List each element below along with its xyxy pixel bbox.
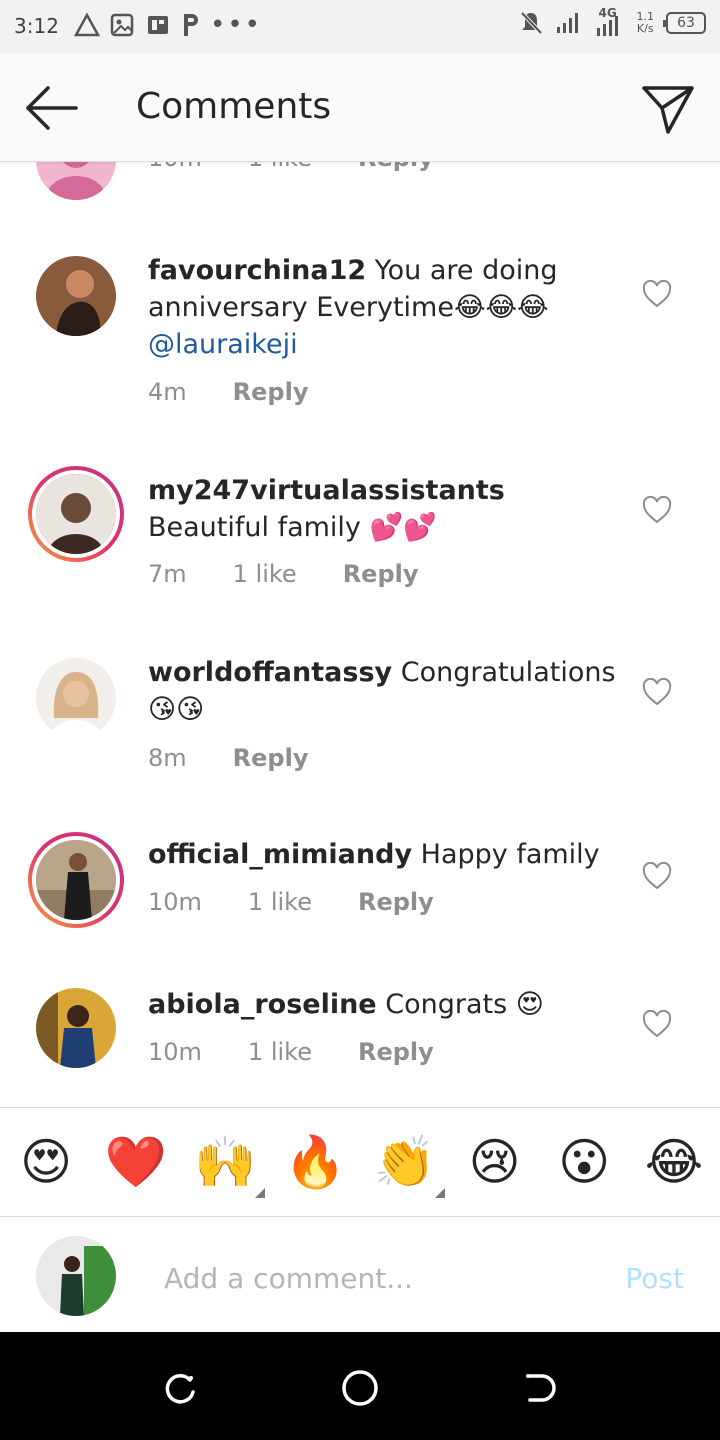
current-user-avatar	[36, 1236, 116, 1316]
post-button[interactable]: Post	[625, 1262, 684, 1295]
avatar[interactable]	[36, 658, 116, 738]
comments-list[interactable]: 10m 1 like Reply favourchina12 You are d…	[0, 162, 720, 1107]
emoji-clapping-hands[interactable]: 👏	[373, 1132, 445, 1198]
comment-username[interactable]: abiola_roseline	[148, 989, 377, 1020]
comment-likes[interactable]: 1 like	[233, 560, 297, 588]
heart-icon[interactable]	[642, 280, 672, 308]
emoji-fire[interactable]: 🔥	[283, 1132, 347, 1192]
mute-icon	[520, 11, 542, 35]
emoji-surprised-face[interactable]: 😮	[552, 1132, 616, 1192]
status-time: 3:12	[14, 14, 59, 38]
send-icon[interactable]	[640, 80, 696, 136]
comment-likes[interactable]: 1 like	[248, 162, 312, 172]
comment-mention[interactable]: @lauraikeji	[148, 329, 298, 360]
comment-body: my247virtualassistants Beautiful family …	[148, 472, 618, 546]
reply-button[interactable]: Reply	[358, 162, 434, 172]
comment-likes[interactable]: 1 like	[248, 888, 312, 916]
emoji-raising-hands[interactable]: 🙌	[193, 1132, 266, 1198]
avatar-with-story[interactable]	[28, 832, 124, 928]
comment-meta: 10m 1 like Reply	[148, 162, 480, 172]
speed-unit: K/s	[636, 22, 654, 35]
comment-text: Happy family	[420, 839, 600, 870]
reply-button[interactable]: Reply	[358, 888, 434, 916]
comment-time: 10m	[148, 162, 202, 172]
emoji-tears-of-joy[interactable]: 😂	[642, 1132, 706, 1192]
comment-time: 8m	[148, 744, 187, 772]
comment-time: 10m	[148, 1038, 202, 1066]
avatar[interactable]	[36, 162, 116, 200]
warning-icon	[74, 13, 100, 37]
comment-text: Congrats 😍	[385, 989, 544, 1020]
heart-icon[interactable]	[642, 496, 672, 524]
emoji-red-heart[interactable]: ❤️	[104, 1132, 168, 1192]
comment-body: abiola_roseline Congrats 😍	[148, 986, 618, 1023]
reply-button[interactable]: Reply	[233, 744, 309, 772]
emoji-crying-face[interactable]: 😢	[463, 1132, 527, 1192]
system-navigation-bar	[0, 1332, 720, 1440]
battery-icon: 63	[663, 12, 706, 34]
emoji-reaction-bar: 😍 ❤️ 🙌 🔥 👏 😢 😮 😂	[0, 1107, 720, 1217]
emoji-heart-eyes[interactable]: 😍	[14, 1132, 78, 1192]
reply-button[interactable]: Reply	[343, 560, 419, 588]
comment-meta: 10m 1 like Reply	[148, 888, 480, 916]
comment-body: worldoffantassy Congratulations 😘😘	[148, 654, 618, 728]
app-header: Comments	[0, 54, 720, 162]
signal-4g-icon: 4G	[593, 6, 625, 38]
news-icon	[148, 16, 168, 34]
comment-meta: 10m 1 like Reply	[148, 1038, 480, 1066]
back-icon[interactable]	[520, 1368, 560, 1408]
comment-time: 7m	[148, 560, 187, 588]
network-speed: 1.1 K/s	[637, 11, 655, 35]
avatar[interactable]	[36, 988, 116, 1068]
comment-meta: 7m 1 like Reply	[148, 560, 465, 588]
avatar[interactable]	[36, 256, 116, 336]
heart-icon[interactable]	[642, 678, 672, 706]
comment-username[interactable]: official_mimiandy	[148, 839, 412, 870]
page-title: Comments	[136, 86, 332, 127]
comment-body: favourchina12 You are doing anniversary …	[148, 252, 618, 363]
status-notification-icons: •••	[74, 10, 262, 40]
comment-username[interactable]: favourchina12	[148, 255, 366, 286]
status-bar: 3:12 ••• 4G 1.1 K/s 63	[0, 0, 720, 54]
more-notifications-icon: •••	[210, 10, 263, 40]
comment-meta: 4m Reply	[148, 378, 354, 406]
comment-time: 4m	[148, 378, 187, 406]
reply-button[interactable]: Reply	[358, 1038, 434, 1066]
comment-composer: Post	[0, 1218, 720, 1332]
comment-input[interactable]	[164, 1258, 584, 1298]
signal-icon	[556, 13, 578, 33]
comment-meta: 8m Reply	[148, 744, 354, 772]
home-icon[interactable]	[340, 1368, 380, 1408]
comment-time: 10m	[148, 888, 202, 916]
avatar-with-story[interactable]	[28, 466, 124, 562]
reply-button[interactable]: Reply	[233, 378, 309, 406]
comment-body: official_mimiandy Happy family	[148, 836, 618, 873]
p-icon	[184, 14, 198, 36]
comment-username[interactable]: my247virtualassistants	[148, 475, 505, 506]
status-system-icons: 4G 1.1 K/s 63	[519, 6, 706, 38]
heart-icon[interactable]	[642, 1010, 672, 1038]
comment-text: Beautiful family 💕💕	[148, 512, 437, 543]
comment-username[interactable]: worldoffantassy	[148, 657, 392, 688]
comment-likes[interactable]: 1 like	[248, 1038, 312, 1066]
gallery-icon	[110, 13, 134, 37]
heart-icon[interactable]	[642, 862, 672, 890]
recent-apps-icon[interactable]	[160, 1368, 200, 1408]
back-arrow-icon[interactable]	[22, 82, 82, 134]
